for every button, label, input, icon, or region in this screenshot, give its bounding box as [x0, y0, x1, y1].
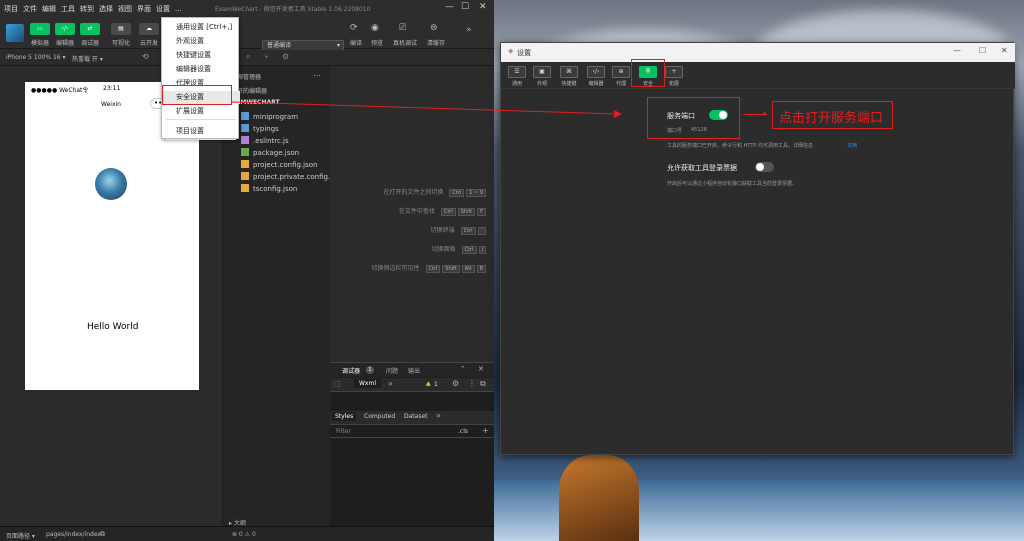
annotation-arrow-long	[231, 101, 622, 118]
